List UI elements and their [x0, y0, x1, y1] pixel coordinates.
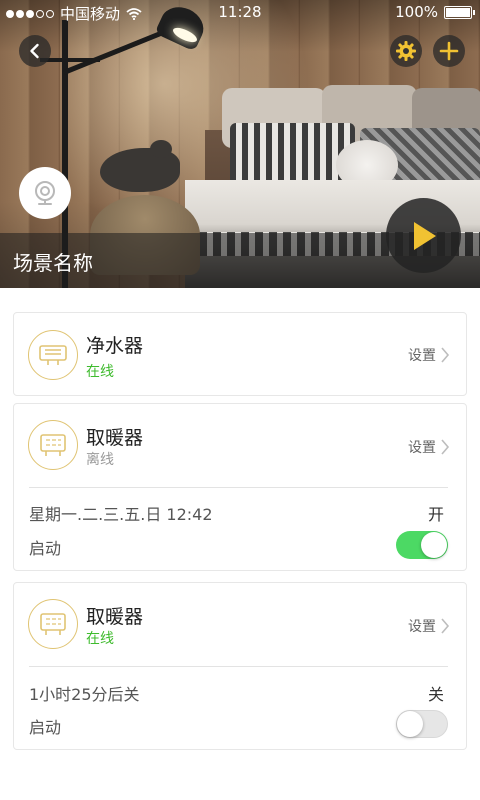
- device-settings-button[interactable]: 设置: [408, 345, 450, 365]
- scene-settings-button[interactable]: [390, 35, 422, 67]
- schedule-label: 启动: [29, 718, 62, 737]
- divider: [29, 666, 448, 667]
- device-status: 在线: [86, 631, 114, 647]
- heater-icon: [28, 599, 78, 649]
- bird-sculpture-head: [150, 140, 172, 158]
- schedule-time: 星期一.二.三.五.日 12:42: [29, 505, 213, 524]
- chevron-right-icon: [441, 618, 450, 634]
- battery-percent: 100%: [395, 3, 438, 21]
- device-name: 取暖器: [86, 427, 144, 449]
- camera-icon: [35, 181, 55, 205]
- chevron-left-icon: [30, 43, 39, 59]
- device-card-heater[interactable]: 取暖器 离线 设置 星期一.二.三.五.日 12:42 开 启动: [13, 403, 467, 571]
- schedule-label: 启动: [29, 539, 62, 558]
- scene-icon-button[interactable]: [19, 167, 71, 219]
- scene-name: 场景名称: [13, 251, 93, 275]
- gear-icon: [396, 41, 416, 61]
- schedule-toggle[interactable]: [396, 710, 448, 738]
- device-status: 在线: [86, 364, 114, 380]
- play-icon: [413, 221, 436, 250]
- plus-icon: [439, 41, 459, 61]
- device-settings-button[interactable]: 设置: [408, 437, 450, 457]
- schedule-time: 1小时25分后关: [29, 685, 140, 704]
- chevron-right-icon: [441, 347, 450, 363]
- device-settings-button[interactable]: 设置: [408, 616, 450, 636]
- status-bar: 中国移动 11:28 100%: [0, 0, 480, 26]
- device-status: 离线: [86, 452, 114, 468]
- back-button[interactable]: [19, 35, 51, 67]
- device-card-heater[interactable]: 取暖器 在线 设置 1小时25分后关 关 启动: [13, 582, 467, 750]
- settings-label: 设置: [408, 440, 436, 456]
- chevron-right-icon: [441, 439, 450, 455]
- schedule-toggle[interactable]: [396, 531, 448, 559]
- divider: [29, 487, 448, 488]
- pillow: [230, 123, 355, 185]
- heater-icon: [28, 420, 78, 470]
- toggle-knob: [421, 532, 447, 558]
- settings-label: 设置: [408, 619, 436, 635]
- device-name: 取暖器: [86, 606, 144, 628]
- schedule-state: 开: [427, 505, 444, 524]
- device-card-water-purifier[interactable]: 净水器 在线 设置: [13, 312, 467, 396]
- add-device-button[interactable]: [433, 35, 465, 67]
- device-name: 净水器: [86, 335, 144, 357]
- play-scene-button[interactable]: [386, 198, 461, 273]
- battery-icon: [444, 5, 475, 19]
- schedule-state: 关: [427, 685, 444, 704]
- settings-label: 设置: [408, 348, 436, 364]
- toggle-knob: [397, 711, 423, 737]
- water-purifier-icon: [28, 330, 78, 380]
